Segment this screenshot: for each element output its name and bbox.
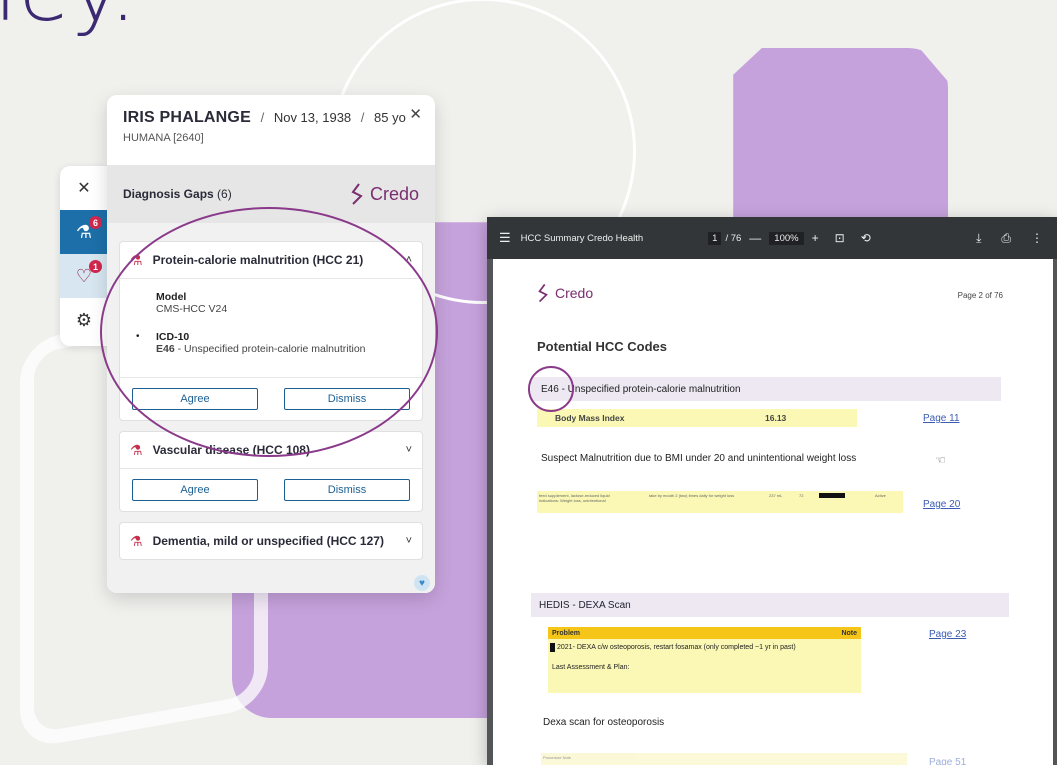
pdf-viewer: ☰ HCC Summary Credo Health 1 / 76 — 100%… — [487, 217, 1057, 765]
credo-logo: Credo — [350, 183, 419, 205]
chevron-down-icon[interactable]: ˅ — [406, 444, 412, 456]
credo-mark-icon — [351, 183, 363, 205]
page-link[interactable]: Page 11 — [923, 413, 960, 424]
fit-page-icon[interactable]: ⊡ — [835, 231, 845, 245]
panel-close-button[interactable]: ✕ — [409, 105, 422, 123]
bmi-value: 16.13 — [765, 413, 787, 423]
problem-line: 2021- DEXA c/w osteoporosis, restart fos… — [557, 644, 796, 651]
diagnosis-icon: ⚗ — [130, 532, 143, 549]
rail-diagnosis-button[interactable]: ⚗ 6 — [60, 210, 108, 254]
hedis-row: HEDIS - DEXA Scan — [531, 593, 1009, 617]
diagnosis-icon: ⚗ — [130, 441, 143, 458]
suspect-text: Suspect Malnutrition due to BMI under 20… — [541, 453, 857, 464]
highlight-circle — [100, 207, 438, 457]
highlight-circle — [528, 366, 574, 412]
patient-header: IRIS PHALANGE / Nov 13, 1938 / 85 yo HUM… — [123, 105, 422, 144]
zoom-out-button[interactable]: — — [749, 231, 761, 245]
redacted-block — [550, 643, 555, 652]
faded-row: Procedure Note — [541, 753, 907, 765]
patient-dob: Nov 13, 1938 — [273, 110, 352, 125]
agree-button[interactable]: Agree — [132, 479, 258, 501]
medication-row: feed supplement, lactose-reduced liquid … — [537, 491, 903, 513]
cursor-icon: ☜ — [935, 453, 946, 467]
page-number-input[interactable]: 1 — [708, 231, 722, 245]
patient-name: IRIS PHALANGE — [123, 109, 251, 126]
gap-card-actions: Agree Dismiss — [120, 468, 422, 511]
assessment-label: Last Assessment & Plan: — [552, 664, 630, 671]
gaps-title: Diagnosis Gaps (6) — [123, 187, 232, 201]
gap-card: ⚗ Dementia, mild or unspecified (HCC 127… — [119, 522, 423, 560]
pdf-page: Credo Page 2 of 76 Potential HCC Codes E… — [493, 259, 1053, 765]
dexa-text: Dexa scan for osteoporosis — [543, 717, 665, 728]
gap-card-header[interactable]: ⚗ Dementia, mild or unspecified (HCC 127… — [120, 523, 422, 559]
close-icon: ✕ — [409, 106, 422, 123]
bmi-row: Body Mass Index 16.13 — [537, 409, 857, 427]
gear-icon: ⚙ — [75, 309, 93, 330]
chevron-down-icon[interactable]: ˅ — [406, 535, 412, 547]
dismiss-button[interactable]: Dismiss — [284, 479, 410, 501]
patient-age: 85 yo — [374, 110, 406, 125]
gaps-count: (6) — [217, 187, 232, 201]
zoom-in-button[interactable]: + — [812, 231, 819, 245]
pdf-heading: Potential HCC Codes — [537, 339, 668, 354]
problem-header: Problem Note — [548, 627, 861, 639]
download-icon[interactable]: ⤓ — [976, 231, 981, 246]
pdf-title: HCC Summary Credo Health — [520, 232, 644, 244]
pdf-toolbar: ☰ HCC Summary Credo Health 1 / 76 — 100%… — [487, 217, 1057, 259]
print-icon[interactable]: ⎙ — [1001, 231, 1011, 246]
hcc-code-row: E46 - Unspecified protein-calorie malnut… — [531, 377, 1001, 401]
heart-icon[interactable]: ♥ — [414, 575, 430, 591]
page-link[interactable]: Page 23 — [929, 629, 966, 640]
gap-card-title: Dementia, mild or unspecified (HCC 127) — [152, 534, 384, 548]
notification-badge: 6 — [89, 216, 102, 229]
bmi-label: Body Mass Index — [555, 413, 625, 423]
close-icon: ✕ — [77, 180, 91, 197]
rail-close-button[interactable]: ✕ — [60, 166, 108, 210]
menu-icon[interactable]: ☰ — [499, 230, 511, 246]
credo-logo: Credo — [537, 283, 593, 303]
notification-badge: 1 — [89, 260, 102, 273]
rail-care-button[interactable]: ♡ 1 — [60, 254, 108, 298]
page-link[interactable]: Page 20 — [923, 499, 960, 510]
rotate-icon[interactable]: ⟲ — [861, 231, 871, 245]
more-options-icon[interactable]: ⋮ — [1031, 231, 1043, 246]
problem-body: 2021- DEXA c/w osteoporosis, restart fos… — [548, 639, 861, 693]
page-link[interactable]: Page 51 — [929, 757, 966, 765]
hero-text: ley. — [0, 0, 137, 40]
redacted-block — [819, 493, 845, 498]
page-label: Page 2 of 76 — [957, 291, 1003, 300]
page-total: / 76 — [725, 232, 742, 244]
patient-insurer: HUMANA [2640] — [123, 132, 204, 144]
zoom-input[interactable]: 100% — [769, 231, 804, 245]
credo-mark-icon — [538, 283, 548, 303]
